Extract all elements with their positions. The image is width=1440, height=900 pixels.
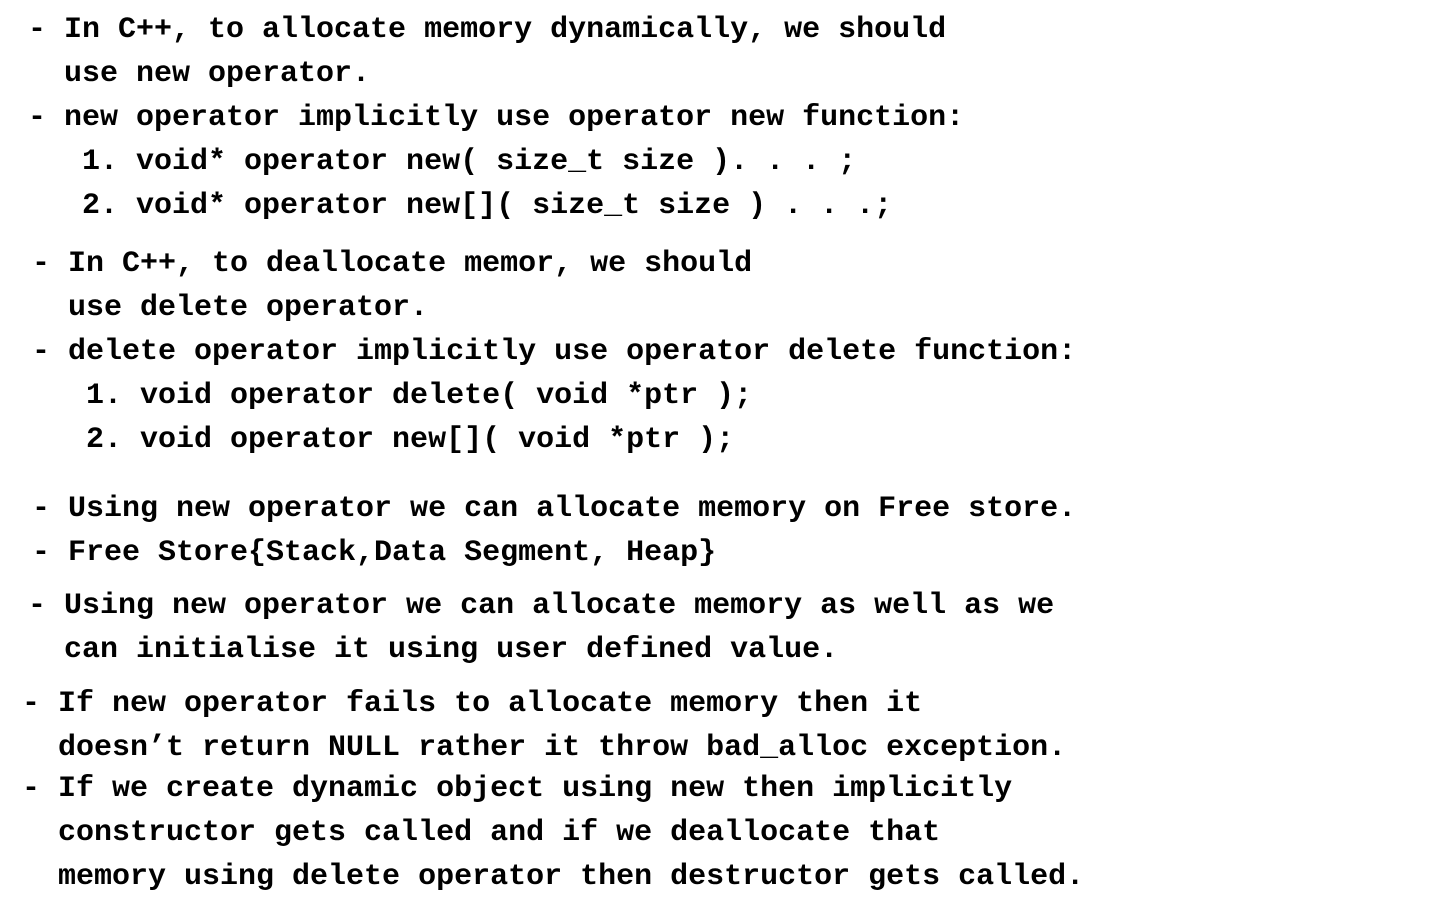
text-line: - new operator implicitly use operator n…: [28, 101, 965, 135]
text-line: - delete operator implicitly use operato…: [32, 335, 1077, 369]
text-line: constructor gets called and if we deallo…: [22, 816, 941, 850]
text-line: - If new operator fails to allocate memo…: [22, 687, 923, 721]
text-line: 1. void operator delete( void *ptr );: [32, 379, 753, 413]
text-line: 2. void* operator new[]( size_t size ) .…: [28, 189, 893, 223]
text-line: - In C++, to deallocate memor, we should: [32, 247, 753, 281]
text-line: 2. void operator new[]( void *ptr );: [32, 423, 735, 457]
text-line: use delete operator.: [32, 291, 429, 325]
text-line: use new operator.: [28, 57, 371, 91]
text-line: - Free Store{Stack,Data Segment, Heap}: [32, 536, 717, 570]
text-line: - Using new operator we can allocate mem…: [32, 492, 1077, 526]
text-line: - If we create dynamic object using new …: [22, 772, 1013, 806]
text-line: - Using new operator we can allocate mem…: [28, 589, 1055, 623]
document-page: - In C++, to allocate memory dynamically…: [0, 0, 1440, 900]
text-line: doesn’t return NULL rather it throw bad_…: [22, 731, 1067, 765]
text-line: - In C++, to allocate memory dynamically…: [28, 13, 947, 47]
text-line: 1. void* operator new( size_t size ). . …: [28, 145, 857, 179]
text-line: can initialise it using user defined val…: [28, 633, 839, 667]
text-line: memory using delete operator then destru…: [22, 860, 1085, 894]
